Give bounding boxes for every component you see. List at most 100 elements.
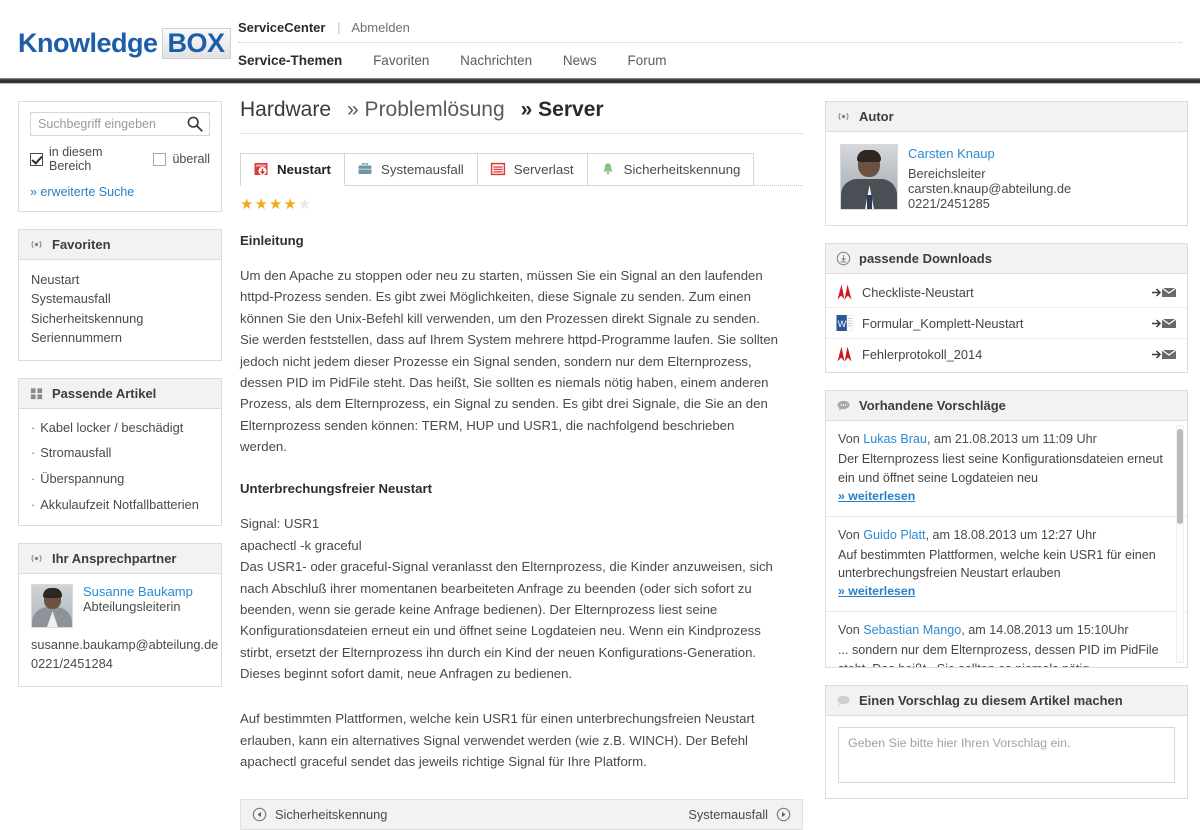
suggestions-scroll-area[interactable]: Von Lukas Brau, am 21.08.2013 um 11:09 U…: [826, 421, 1187, 667]
nav-item-service-themen[interactable]: Service-Themen: [238, 53, 342, 68]
tab-sicherheitskennung[interactable]: Sicherheitskennung: [587, 153, 755, 186]
send-arrow-icon[interactable]: [1151, 286, 1177, 299]
breadcrumb-middle[interactable]: » Problemlösung: [347, 98, 505, 122]
account-nav: ServiceCenter | Abmelden: [238, 20, 1182, 42]
download-item[interactable]: Checkliste-Neustart: [826, 277, 1187, 308]
server-load-icon: [490, 162, 505, 176]
contact-role: Abteilungsleiterin: [83, 599, 181, 615]
list-item[interactable]: Akkulaufzeit Notfallbatterien: [31, 492, 209, 518]
brand-logo[interactable]: Knowledge BOX: [18, 28, 231, 60]
suggestions-scrollbar-thumb[interactable]: [1177, 429, 1183, 524]
contact-card: Susanne Baukamp Abteilungsleiterin: [31, 584, 209, 629]
nav-item-nachrichten[interactable]: Nachrichten: [460, 53, 532, 68]
suggestion-author[interactable]: Sebastian Mango: [863, 623, 961, 637]
pager-previous[interactable]: Sicherheitskennung: [252, 807, 387, 822]
send-arrow-icon[interactable]: [1151, 317, 1177, 330]
circle-left-arrow-icon: [252, 807, 267, 821]
download-item[interactable]: Fehlerprotokoll_2014: [826, 339, 1187, 369]
radio-waves-icon: [838, 112, 849, 121]
star-empty[interactable]: ★: [298, 196, 312, 213]
left-sidebar: in diesem Bereich überall » erweiterte S…: [0, 84, 222, 830]
pdf-icon: [836, 346, 853, 362]
favorites-title: Favoriten: [52, 237, 111, 252]
suggestion-meta: Von Lukas Brau, am 21.08.2013 um 11:09 U…: [838, 430, 1175, 448]
related-articles-title: Passende Artikel: [52, 385, 157, 401]
list-item[interactable]: Überspannung: [31, 466, 209, 492]
suggestion-prefix: Von: [838, 623, 864, 638]
suggestion-prefix: Von: [838, 527, 864, 542]
page-header: Knowledge BOX ServiceCenter | Abmelden Se…: [0, 0, 1200, 78]
pager-next[interactable]: Systemausfall: [688, 807, 791, 822]
search-input[interactable]: [31, 113, 209, 135]
contact-panel-title: Ihr Ansprechpartner: [52, 551, 177, 567]
list-item[interactable]: Seriennummern: [31, 328, 209, 347]
suggestions-panel: Vorhandene Vorschläge Von Lukas Brau, am…: [825, 390, 1188, 668]
tab-label: Sicherheitskennung: [623, 161, 741, 177]
author-name[interactable]: Carsten Knaup: [908, 146, 1071, 161]
bell-icon: [603, 163, 612, 175]
tab-neustart[interactable]: Neustart: [240, 153, 345, 186]
svg-text:W: W: [838, 319, 847, 329]
checkbox-ueberall[interactable]: [153, 152, 167, 166]
radio-waves-icon: [31, 555, 42, 563]
related-articles-header: Passende Artikel: [19, 378, 221, 409]
star-filled[interactable]: ★: [254, 196, 268, 213]
suggestion-meta: Von Guido Platt, am 18.08.2013 um 12:27 …: [838, 526, 1175, 544]
author-phone: 0221/2451285: [908, 196, 990, 211]
list-item[interactable]: Sicherheitskennung: [31, 309, 209, 328]
nav-item-forum[interactable]: Forum: [627, 53, 666, 68]
list-item[interactable]: Neustart: [31, 270, 209, 289]
nav-logout[interactable]: Abmelden: [351, 20, 410, 35]
list-item[interactable]: Systemausfall: [31, 289, 209, 308]
new-suggestion-header: Einen Vorschlag zu diesem Artikel machen: [826, 686, 1187, 716]
circle-right-arrow-icon: [776, 807, 791, 821]
search-field-wrapper[interactable]: [30, 112, 210, 136]
suggestion-author[interactable]: Lukas Brau: [863, 432, 927, 446]
new-suggestion-textarea[interactable]: [838, 727, 1175, 783]
star-filled[interactable]: ★: [283, 196, 297, 213]
list-item[interactable]: Stromausfall: [31, 440, 209, 466]
suggestion-item: Von Lukas Brau, am 21.08.2013 um 11:09 U…: [826, 421, 1187, 517]
article-heading-2: Unterbrechungsfreier Neustart: [240, 481, 432, 497]
nav-item-favoriten[interactable]: Favoriten: [373, 53, 429, 68]
tab-systemausfall[interactable]: Systemausfall: [344, 153, 478, 186]
suggestion-readmore-link[interactable]: » weiterlesen: [838, 488, 915, 506]
scope-all-option[interactable]: überall: [153, 145, 210, 173]
breadcrumb: Hardware » Problemlösung » Server: [240, 98, 803, 133]
grid-icon: [30, 388, 43, 399]
tab-serverlast[interactable]: Serverlast: [477, 153, 588, 186]
author-panel-title: Autor: [859, 109, 894, 124]
scope-area-option[interactable]: in diesem Bereich: [30, 145, 125, 173]
word-icon: W: [836, 314, 853, 332]
tab-label: Serverlast: [513, 161, 574, 177]
new-suggestion-title: Einen Vorschlag zu diesem Artikel machen: [859, 693, 1123, 708]
author-card: Carsten Knaup Bereichsleiter carsten.kna…: [840, 144, 1173, 211]
suggestion-item: Von Guido Platt, am 18.08.2013 um 12:27 …: [826, 517, 1187, 613]
breadcrumb-root[interactable]: Hardware: [240, 98, 331, 122]
send-arrow-icon[interactable]: [1151, 348, 1177, 361]
article-paragraph-1: Um den Apache zu stoppen oder neu zu sta…: [240, 268, 779, 454]
nav-service-center[interactable]: ServiceCenter: [238, 20, 325, 35]
contact-email[interactable]: susanne.baukamp@abteilung.de: [31, 635, 218, 654]
suggestion-author[interactable]: Guido Platt: [863, 528, 925, 542]
suggestion-prefix: Von: [838, 432, 864, 446]
checkbox-in-diesem-bereich[interactable]: [30, 152, 43, 166]
star-filled[interactable]: ★: [240, 196, 254, 213]
author-email[interactable]: carsten.knaup@abteilung.de: [908, 181, 1071, 196]
article-heading-1: Einleitung: [240, 233, 304, 248]
contact-panel-header: Ihr Ansprechpartner: [19, 544, 221, 575]
suggestion-meta: Von Sebastian Mango, am 14.08.2013 um 15…: [838, 621, 1175, 639]
restart-server-icon: [254, 163, 268, 175]
suggestion-readmore-link[interactable]: » weiterlesen: [838, 583, 915, 601]
rating-stars[interactable]: ★★★★★: [240, 195, 803, 213]
advanced-search-link[interactable]: » erweiterte Suche: [30, 185, 210, 199]
download-item[interactable]: W Formular_Komplett-Neustart: [826, 308, 1187, 339]
search-icon[interactable]: [186, 115, 204, 133]
tab-label: Neustart: [277, 161, 331, 177]
list-item[interactable]: Kabel locker / beschädigt: [31, 415, 209, 441]
star-filled[interactable]: ★: [269, 196, 283, 213]
contact-name[interactable]: Susanne Baukamp: [83, 584, 193, 599]
nav-item-news[interactable]: News: [563, 53, 597, 68]
author-role: Bereichsleiter: [908, 166, 986, 181]
suggestions-panel-title: Vorhandene Vorschläge: [859, 398, 1006, 413]
